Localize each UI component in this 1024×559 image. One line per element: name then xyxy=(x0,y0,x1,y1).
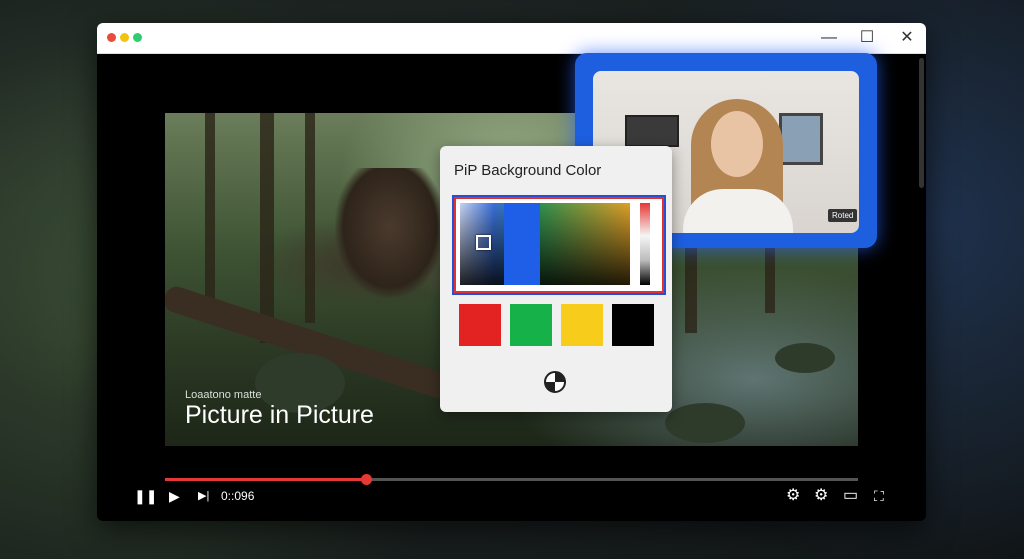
color-selection-area xyxy=(452,195,666,295)
picker-title: PiP Background Color xyxy=(454,162,602,179)
tree xyxy=(205,113,215,313)
pause-icon[interactable]: ❚❚ xyxy=(134,486,157,506)
river-rock xyxy=(665,403,745,443)
hue-slider[interactable] xyxy=(640,203,650,285)
close-dot[interactable] xyxy=(107,33,116,42)
close-icon[interactable]: ✕ xyxy=(897,28,917,48)
wall-painting xyxy=(625,115,679,147)
minimize-icon[interactable]: — xyxy=(819,28,839,48)
progress-knob[interactable] xyxy=(360,474,372,485)
settings-icon[interactable]: ⚙ xyxy=(786,486,800,506)
progress-bar[interactable] xyxy=(165,474,858,485)
next-icon[interactable]: ▶| xyxy=(198,486,209,506)
swatch-green[interactable] xyxy=(510,304,552,346)
maximize-icon[interactable]: ☐ xyxy=(857,28,877,48)
minimize-dot[interactable] xyxy=(120,33,129,42)
boar-creature xyxy=(335,168,445,298)
pip-badge: Roted xyxy=(828,209,858,222)
captions-icon[interactable]: ▭ xyxy=(843,486,858,506)
selected-color-bar xyxy=(504,203,540,285)
wall-painting xyxy=(779,113,823,165)
zoom-dot[interactable] xyxy=(133,33,142,42)
swatch-yellow[interactable] xyxy=(561,304,603,346)
color-selector-handle[interactable] xyxy=(476,235,491,250)
contrast-icon[interactable] xyxy=(544,371,566,393)
swatch-red[interactable] xyxy=(459,304,501,346)
scrollbar[interactable] xyxy=(919,58,924,188)
tree xyxy=(305,113,315,323)
progress-fill xyxy=(165,478,366,481)
swatch-black[interactable] xyxy=(612,304,654,346)
river-rock xyxy=(775,343,835,373)
title-bar: — ☐ ✕ xyxy=(97,23,926,54)
play-icon[interactable]: ▶ xyxy=(169,486,180,506)
video-subtitle: Loaatono matte xyxy=(185,389,262,401)
time-display: 0::096 xyxy=(221,489,255,503)
fullscreen-icon[interactable]: ⛶ xyxy=(874,486,884,506)
tree xyxy=(260,113,274,343)
color-picker-panel: PiP Background Color xyxy=(440,146,672,412)
person-face xyxy=(711,111,763,177)
video-title: Picture in Picture xyxy=(185,401,374,429)
settings-badge-icon[interactable]: ⚙ xyxy=(814,486,828,506)
